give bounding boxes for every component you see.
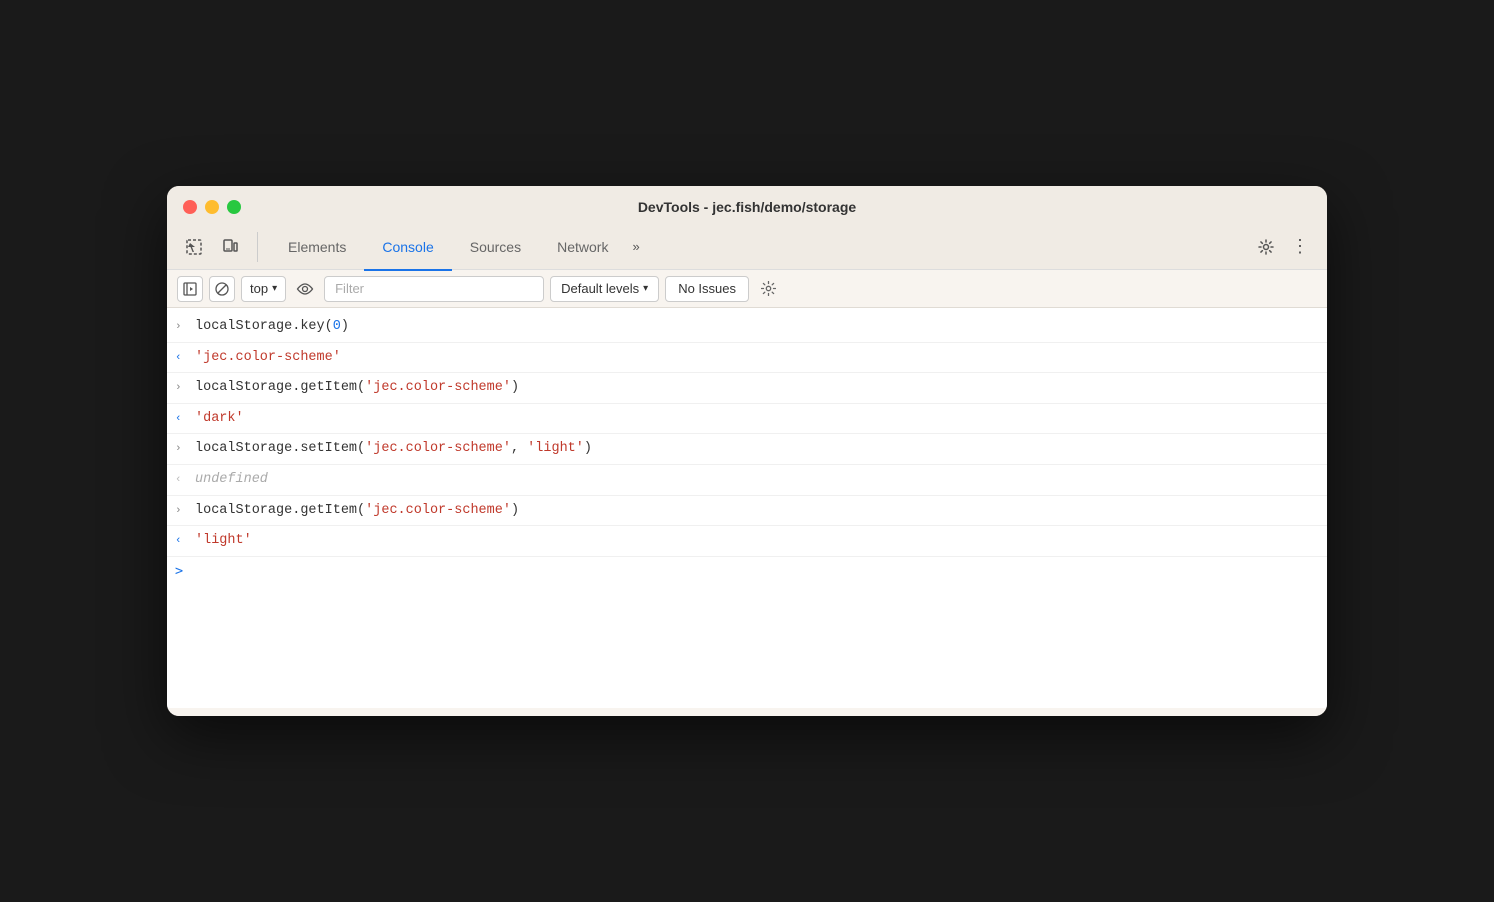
log-levels-button[interactable]: Default levels ▾ [550,276,659,302]
settings-icon [1258,239,1274,255]
title-bar: DevTools - jec.fish/demo/storage [167,186,1327,224]
output-arrow: ‹ [175,411,189,429]
tab-bar: Elements Console Sources Network » ⋮ [167,224,1327,270]
device-toggle-button[interactable] [215,232,245,262]
console-prompt: > [175,561,183,583]
traffic-lights [183,200,241,214]
bottom-bar [167,708,1327,716]
tab-console[interactable]: Console [364,225,451,271]
context-selector[interactable]: top ▾ [241,276,286,302]
tab-elements[interactable]: Elements [270,225,364,271]
console-output: › localStorage.key(0) ‹ 'jec.color-schem… [167,308,1327,708]
tab-network[interactable]: Network [539,225,626,271]
console-line: › localStorage.getItem('jec.color-scheme… [167,496,1327,527]
console-line: › localStorage.getItem('jec.color-scheme… [167,373,1327,404]
output-arrow: ‹ [175,350,189,368]
tab-sources[interactable]: Sources [452,225,539,271]
devtools-settings-button[interactable] [1251,232,1281,262]
console-line: ‹ 'jec.color-scheme' [167,343,1327,374]
console-line: › localStorage.setItem('jec.color-scheme… [167,434,1327,465]
no-issues-button[interactable]: No Issues [665,276,749,302]
eye-icon [296,282,314,296]
input-arrow: › [175,441,189,459]
console-input-line[interactable]: > [167,557,1327,587]
close-button[interactable] [183,200,197,214]
output-arrow: ‹ [175,472,189,490]
console-settings-icon [761,281,776,296]
output-arrow: ‹ [175,533,189,551]
devtools-window: DevTools - jec.fish/demo/storage Element… [167,186,1327,716]
input-arrow: › [175,319,189,337]
filter-input[interactable] [324,276,544,302]
clear-console-button[interactable] [209,276,235,302]
maximize-button[interactable] [227,200,241,214]
console-toolbar: top ▾ Default levels ▾ No Issues [167,270,1327,308]
eye-filter-button[interactable] [292,276,318,302]
console-line: ‹ 'dark' [167,404,1327,435]
clear-icon [215,282,229,296]
devtools-icons [179,232,258,262]
device-icon [222,239,238,255]
minimize-button[interactable] [205,200,219,214]
inspect-icon [186,239,202,255]
window-title: DevTools - jec.fish/demo/storage [638,199,856,215]
more-options-button[interactable]: ⋮ [1285,232,1315,262]
inspect-element-button[interactable] [179,232,209,262]
console-line: › localStorage.key(0) [167,312,1327,343]
console-line: ‹ undefined [167,465,1327,496]
input-arrow: › [175,380,189,398]
console-line: ‹ 'light' [167,526,1327,557]
sidebar-toggle-button[interactable] [177,276,203,302]
tab-bar-end: ⋮ [1251,232,1315,262]
more-tabs-button[interactable]: » [626,235,645,258]
input-arrow: › [175,503,189,521]
console-settings-button[interactable] [755,276,781,302]
sidebar-toggle-icon [183,282,197,296]
